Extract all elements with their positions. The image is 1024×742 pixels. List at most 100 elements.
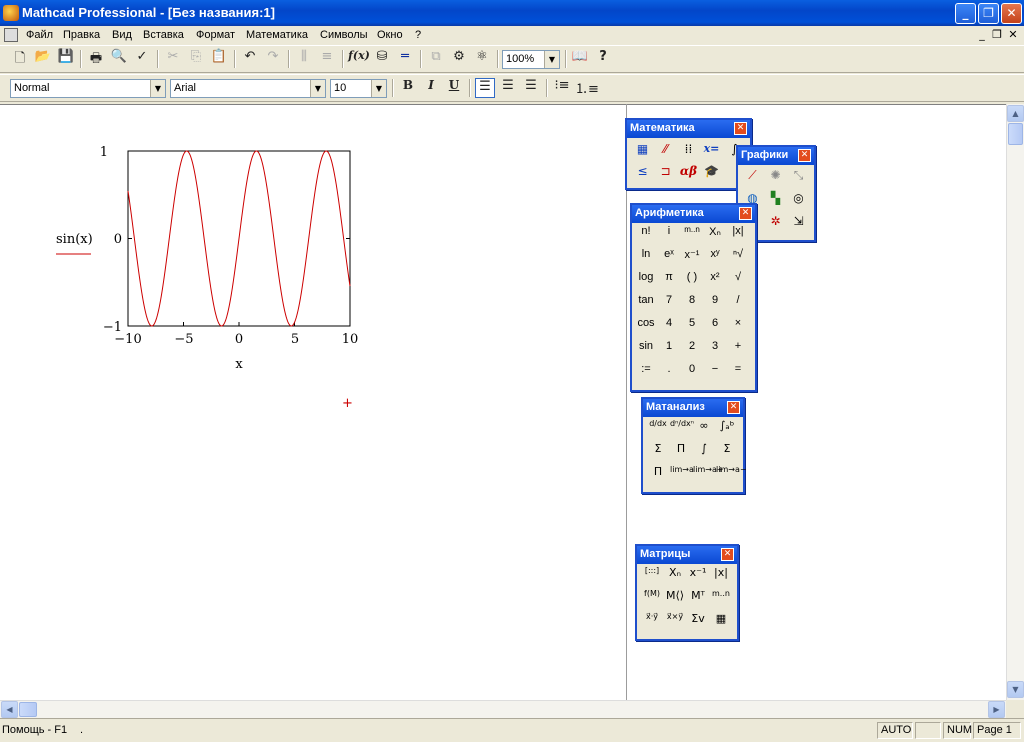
palette-button[interactable]: tan <box>635 294 657 316</box>
palette-button[interactable]: 7 <box>658 294 680 316</box>
vertical-scrollbar[interactable]: ▲ ▼ <box>1006 104 1024 700</box>
italic-button[interactable]: I <box>421 78 441 98</box>
palette-button[interactable]: . <box>658 363 680 385</box>
new-icon[interactable]: 🗋 <box>10 49 30 69</box>
close-icon[interactable]: ✕ <box>734 122 747 135</box>
close-icon[interactable]: ✕ <box>739 207 752 220</box>
matrix-icon[interactable]: ⁞⁞ <box>678 142 699 163</box>
palette-button[interactable]: √ <box>727 271 749 293</box>
palette-title[interactable]: Математика ✕ <box>627 120 750 138</box>
palette-button[interactable]: xʸ <box>704 248 726 270</box>
contour-plot-icon[interactable]: ◎ <box>788 191 809 212</box>
palette-button[interactable]: − <box>704 363 726 385</box>
palette-button[interactable]: |x| <box>710 566 732 588</box>
palette-button[interactable]: dⁿ/dxⁿ <box>670 419 694 441</box>
palette-button[interactable]: ∞ <box>693 419 715 441</box>
menu-insert[interactable]: Вставка <box>143 29 184 41</box>
palette-button[interactable]: Xₙ <box>704 225 726 247</box>
palette-button[interactable]: ln <box>635 248 657 270</box>
horizontal-scroll-thumb[interactable] <box>19 702 37 717</box>
close-icon[interactable]: ✕ <box>798 149 811 162</box>
insert-function-button[interactable]: f(x) <box>347 49 371 69</box>
palette-button[interactable]: ∫ <box>693 442 715 464</box>
polar-plot-icon[interactable]: ✺ <box>765 168 786 189</box>
palette-title[interactable]: Матанализ ✕ <box>643 399 743 417</box>
palette-button[interactable]: eˣ <box>658 248 680 270</box>
doc-restore-icon[interactable]: ❐ <box>990 29 1004 42</box>
sin-plot[interactable]: sin(x) x 1 0 −1 −10 −5 0 5 10 <box>40 135 380 385</box>
palette-button[interactable]: 9 <box>704 294 726 316</box>
close-icon[interactable]: ✕ <box>721 548 734 561</box>
palette-button[interactable]: π <box>658 271 680 293</box>
palette-button[interactable]: sin <box>635 340 657 362</box>
palette-button[interactable]: 2 <box>681 340 703 362</box>
palette-button[interactable]: 3 <box>704 340 726 362</box>
palette-button[interactable]: 0 <box>681 363 703 385</box>
matrix-palette[interactable]: Матрицы ✕ [:::] Xₙ x⁻¹ |x| f(M) M⟨⟩ Mᵀ m..n x⃗·y⃗… <box>635 544 739 641</box>
palette-button[interactable]: Π <box>647 465 669 487</box>
palette-button[interactable]: m..n <box>710 589 732 611</box>
palette-button[interactable]: 4 <box>658 317 680 339</box>
doc-minimize-icon[interactable]: _ <box>975 29 989 42</box>
palette-button[interactable]: x² <box>704 271 726 293</box>
spell-check-icon[interactable]: ✓ <box>132 49 152 69</box>
component-wizard-icon[interactable]: ⚛ <box>472 49 492 69</box>
boolean-icon[interactable]: ≤ <box>632 164 653 185</box>
document-icon[interactable] <box>4 28 18 42</box>
copy-icon[interactable]: ⎘ <box>186 49 206 69</box>
bold-button[interactable]: B <box>398 78 418 98</box>
palette-button[interactable]: 5 <box>681 317 703 339</box>
chevron-down-icon[interactable]: ▼ <box>371 80 386 97</box>
palette-button[interactable]: |x| <box>727 225 749 247</box>
menu-file[interactable]: Файл <box>26 29 53 41</box>
menu-window[interactable]: Окно <box>377 29 403 41</box>
close-icon[interactable]: ✕ <box>727 401 740 414</box>
chevron-down-icon[interactable]: ▼ <box>150 80 165 97</box>
palette-button[interactable]: i <box>658 225 680 247</box>
help-icon[interactable]: ? <box>593 49 613 69</box>
math-palette[interactable]: Математика ✕ ▦ ⁄⁄ ⁞⁞ x= ∫ ≤ ⊐ αβ 🎓 <box>625 118 752 190</box>
greek-icon[interactable]: αβ <box>678 164 699 185</box>
palette-button[interactable]: d/dx <box>647 419 669 441</box>
calculate-icon[interactable]: ═ <box>395 49 415 69</box>
palette-button[interactable]: lim→a+ <box>693 465 724 487</box>
vertical-scroll-thumb[interactable] <box>1008 123 1023 145</box>
arithmetic-palette[interactable]: Арифметика ✕ n! i m..n Xₙ |x| ln eˣ x⁻¹ xʸ ⁿ√ log π(… <box>630 203 757 392</box>
palette-button[interactable]: lim→a <box>670 465 694 487</box>
close-button[interactable]: ✕ <box>1001 3 1022 24</box>
menu-view[interactable]: Вид <box>112 29 132 41</box>
maximize-button[interactable]: ❐ <box>978 3 999 24</box>
calculus-palette[interactable]: Матанализ ✕ d/dx dⁿ/dxⁿ ∞ ∫ₐᵇ Σ Π ∫ Σ Πlim→a lim→a… <box>641 397 747 494</box>
palette-button[interactable]: x⃗·y⃗ <box>641 612 663 634</box>
palette-button[interactable]: × <box>727 317 749 339</box>
minimize-button[interactable]: _ <box>955 3 976 24</box>
redo-icon[interactable]: ↷ <box>263 49 283 69</box>
palette-button[interactable]: [:::] <box>641 566 663 588</box>
palette-button[interactable]: 1 <box>658 340 680 362</box>
palette-button[interactable]: x⃗×y⃗ <box>664 612 686 634</box>
resource-center-icon[interactable]: ⚙ <box>449 49 469 69</box>
paste-icon[interactable]: 📋 <box>209 49 229 69</box>
zoom-select[interactable]: 100% ▼ <box>502 50 560 69</box>
palette-button[interactable]: + <box>727 340 749 362</box>
palette-button[interactable]: Σ <box>716 442 738 464</box>
palette-button[interactable]: ⁿ√ <box>727 248 749 270</box>
xy-plot-icon[interactable]: ⟋ <box>742 168 763 189</box>
doc-close-icon[interactable]: ✕ <box>1006 29 1020 42</box>
palette-button[interactable]: Π <box>670 442 692 464</box>
menu-edit[interactable]: Правка <box>63 29 100 41</box>
mathcad-app-icon[interactable] <box>3 5 19 21</box>
resource-book-icon[interactable]: 📖 <box>570 49 590 69</box>
menu-help[interactable]: ? <box>415 29 421 41</box>
palette-button[interactable]: := <box>635 363 657 385</box>
chevron-down-icon[interactable]: ▼ <box>544 51 559 68</box>
align-vertical-icon[interactable]: ≡ <box>317 49 337 69</box>
open-icon[interactable]: 📂 <box>33 49 53 69</box>
scroll-down-icon[interactable]: ▼ <box>1007 681 1024 698</box>
font-select[interactable]: Arial ▼ <box>170 79 326 98</box>
palette-title[interactable]: Графики ✕ <box>738 147 814 165</box>
font-size-select[interactable]: 10 ▼ <box>330 79 387 98</box>
calculator-icon[interactable]: ▦ <box>632 142 653 163</box>
insert-unit-icon[interactable]: ⛁ <box>372 49 392 69</box>
palette-button[interactable]: M⟨⟩ <box>664 589 686 611</box>
